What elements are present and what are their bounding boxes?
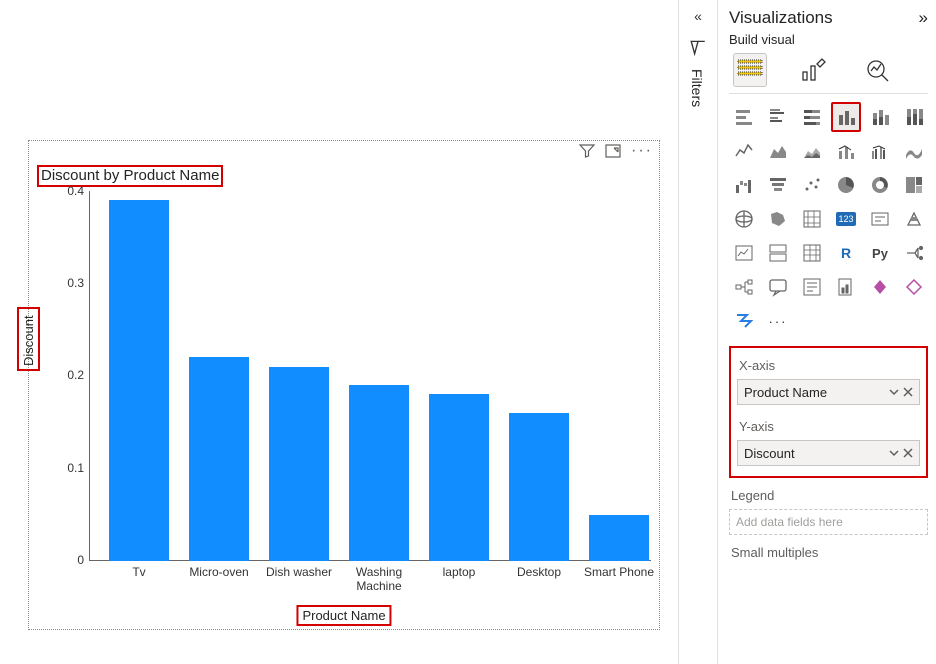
x-axis-label: Product Name	[296, 608, 391, 623]
axis-fields-section: X-axis Product Name Y-axis Discount	[729, 346, 928, 478]
visualizations-pane: Visualizations » Build visual	[718, 0, 936, 664]
viz-waterfall[interactable]	[729, 170, 759, 200]
viz-area[interactable]	[763, 136, 793, 166]
xaxis-label: X-axis	[739, 358, 920, 373]
viz-kpi[interactable]	[729, 238, 759, 268]
small-multiples-label: Small multiples	[731, 545, 928, 560]
filters-icon	[679, 32, 717, 59]
viz-key-influencers[interactable]	[899, 238, 929, 268]
x-tick: Micro-oven	[179, 565, 259, 579]
collapse-chevron-icon[interactable]: «	[679, 0, 717, 32]
x-tick: Desktop	[509, 565, 569, 579]
yaxis-label: Y-axis	[739, 419, 920, 434]
viz-line-clustered-column[interactable]	[865, 136, 895, 166]
analytics-tab[interactable]	[861, 53, 895, 87]
y-tick: 0.4	[49, 184, 84, 198]
filter-icon[interactable]	[579, 143, 595, 159]
viz-narrative[interactable]	[797, 272, 827, 302]
xaxis-field-well[interactable]: Product Name	[737, 379, 920, 405]
bar[interactable]	[429, 394, 489, 561]
build-visual-tab[interactable]	[733, 53, 767, 87]
visualizations-title: Visualizations	[729, 8, 833, 28]
x-tick: Dish washer	[259, 565, 339, 579]
viz-map[interactable]	[729, 204, 759, 234]
yaxis-field-well[interactable]: Discount	[737, 440, 920, 466]
y-axis-label: Discount	[21, 307, 36, 371]
viz-paginated[interactable]	[831, 272, 861, 302]
y-tick: 0.3	[49, 276, 84, 290]
viz-power-automate[interactable]	[729, 306, 759, 336]
y-tick: 0	[49, 553, 84, 567]
viz-py[interactable]: Py	[865, 238, 895, 268]
viz-line-stacked-column[interactable]	[831, 136, 861, 166]
filters-pane-label: Filters	[689, 69, 705, 107]
viz-funnel[interactable]	[763, 170, 793, 200]
viz-more-ellipsis[interactable]: ···	[763, 306, 793, 336]
viz-donut[interactable]	[865, 170, 895, 200]
chart-title: Discount by Product Name	[37, 167, 223, 184]
visual-header-toolbar: ···	[579, 137, 653, 165]
viz-r[interactable]: R	[831, 238, 861, 268]
viz-scatter[interactable]	[797, 170, 827, 200]
more-options-icon[interactable]: ···	[631, 142, 653, 160]
focus-mode-icon[interactable]	[605, 143, 621, 159]
remove-field-icon[interactable]	[903, 385, 913, 400]
viz-clustered-column[interactable]	[831, 102, 861, 132]
viz-pie[interactable]	[831, 170, 861, 200]
viz-line[interactable]	[729, 136, 759, 166]
x-tick: Washing Machine	[339, 565, 419, 594]
bar[interactable]	[269, 367, 329, 561]
legend-field-well[interactable]: Add data fields here	[729, 509, 928, 535]
expand-chevron-icon[interactable]: »	[919, 8, 928, 28]
chevron-down-icon[interactable]	[889, 446, 899, 461]
viz-gauge[interactable]: 123	[831, 204, 861, 234]
viz-multi-row-card[interactable]	[899, 204, 929, 234]
x-tick: laptop	[429, 565, 489, 579]
legend-label: Legend	[731, 488, 928, 503]
viz-decomposition[interactable]	[729, 272, 759, 302]
x-tick: Tv	[109, 565, 169, 579]
bar[interactable]	[589, 515, 649, 561]
plot-area: 0 0.1 0.2 0.3 0.4 Tv Micro-oven Dish was…	[89, 191, 651, 561]
bar[interactable]	[109, 200, 169, 561]
viz-table[interactable]	[797, 238, 827, 268]
bar[interactable]	[189, 357, 249, 561]
filters-pane-collapsed[interactable]: « Filters	[678, 0, 718, 664]
remove-field-icon[interactable]	[903, 446, 913, 461]
visualization-type-grid: 123 R Py ···	[729, 102, 928, 336]
viz-stacked-column-100[interactable]	[899, 102, 929, 132]
chart-visual-container[interactable]: ··· Discount by Product Name Discount 0 …	[28, 140, 660, 630]
viz-slicer[interactable]	[763, 238, 793, 268]
format-visual-tab[interactable]	[797, 53, 831, 87]
x-tick: Smart Phone	[579, 565, 659, 579]
viz-ribbon[interactable]	[899, 136, 929, 166]
build-visual-label: Build visual	[729, 32, 928, 51]
viz-filled-map[interactable]	[763, 204, 793, 234]
yaxis-field-name: Discount	[744, 446, 795, 461]
viz-clustered-bar-h[interactable]	[763, 102, 793, 132]
viz-stacked-bar-100[interactable]	[797, 102, 827, 132]
viz-stacked-area[interactable]	[797, 136, 827, 166]
viz-azure-map[interactable]	[797, 204, 827, 234]
viz-card[interactable]	[865, 204, 895, 234]
bar[interactable]	[349, 385, 409, 561]
chevron-down-icon[interactable]	[889, 385, 899, 400]
y-tick: 0.2	[49, 368, 84, 382]
viz-get-more[interactable]	[899, 272, 929, 302]
viz-stacked-column[interactable]	[865, 102, 895, 132]
viz-stacked-bar-h[interactable]	[729, 102, 759, 132]
y-tick: 0.1	[49, 461, 84, 475]
viz-qa[interactable]	[763, 272, 793, 302]
bar[interactable]	[509, 413, 569, 561]
viz-treemap[interactable]	[899, 170, 929, 200]
viz-power-apps[interactable]	[865, 272, 895, 302]
xaxis-field-name: Product Name	[744, 385, 827, 400]
